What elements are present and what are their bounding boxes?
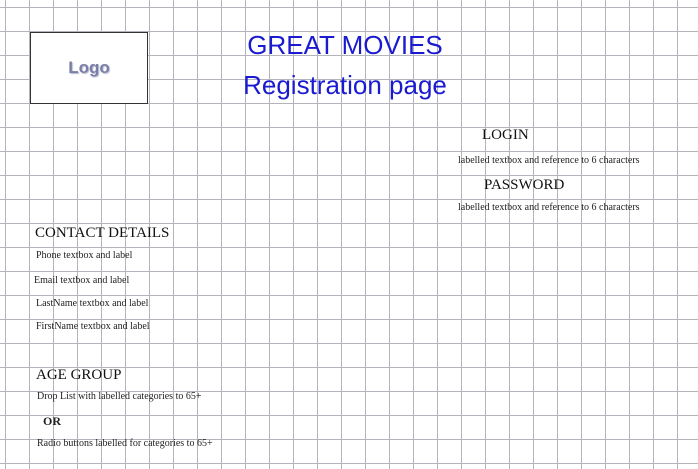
contact-item-firstname: FirstName textbox and label — [36, 321, 150, 332]
contact-item-phone: Phone textbox and label — [36, 250, 133, 261]
contact-item-lastname: LastName textbox and label — [36, 298, 149, 309]
page-title: GREAT MOVIES — [247, 30, 443, 60]
page-subtitle: Registration page — [243, 70, 447, 100]
age-radio-note: Radio buttons labelled for categories to… — [37, 438, 213, 449]
or-label: OR — [43, 414, 61, 428]
contact-details-heading: CONTACT DETAILS — [35, 225, 170, 241]
logo-text: Logo — [68, 58, 110, 77]
age-group-heading: AGE GROUP — [36, 367, 122, 383]
login-note: labelled textbox and reference to 6 char… — [458, 155, 640, 166]
logo-placeholder: Logo — [30, 32, 148, 104]
password-note: labelled textbox and reference to 6 char… — [458, 202, 640, 213]
login-label: LOGIN — [482, 127, 529, 143]
password-label: PASSWORD — [484, 177, 565, 193]
age-drop-list-note: Drop List with labelled categories to 65… — [37, 391, 202, 402]
contact-item-email: Email textbox and label — [34, 275, 130, 286]
